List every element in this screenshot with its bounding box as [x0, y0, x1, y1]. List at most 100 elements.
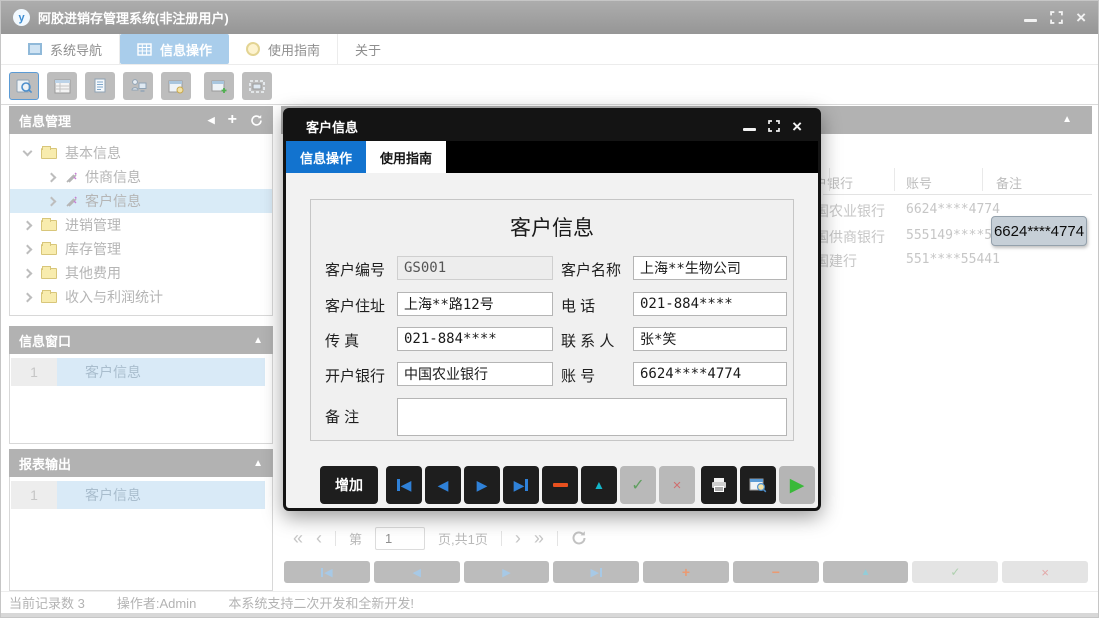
toolbar-window-frame-button[interactable] [242, 72, 272, 100]
record-edit-button[interactable]: ▲ [581, 466, 617, 504]
customer-contact-field[interactable] [633, 327, 787, 351]
next-page-icon[interactable]: › [515, 529, 521, 547]
cell-account: 6624****4774 [906, 202, 1000, 217]
record-cancel-button[interactable]: × [659, 466, 695, 504]
print-button[interactable] [701, 466, 737, 504]
dialog-maximize-icon[interactable] [768, 120, 780, 132]
tab-about[interactable]: 关于 [338, 34, 398, 64]
tab-label: 系统导航 [50, 40, 102, 59]
tree-item-supplier-info[interactable]: 供商信息 [10, 165, 272, 189]
list-item[interactable]: 1 客户信息 [11, 358, 265, 386]
grid-next-button[interactable]: ▶ [464, 561, 550, 583]
first-page-icon[interactable]: « [293, 529, 303, 547]
chevron-right-icon[interactable] [23, 268, 33, 278]
tab-user-guide[interactable]: 使用指南 [229, 34, 338, 64]
customer-phone-field[interactable] [633, 292, 787, 316]
restore-icon[interactable] [1050, 11, 1063, 24]
toolbar-window-new-button[interactable] [204, 72, 234, 100]
tree-item-basic-info[interactable]: 基本信息 [10, 141, 272, 165]
customer-account-field[interactable] [633, 362, 787, 386]
chevron-right-icon[interactable] [23, 292, 33, 302]
customer-address-field[interactable] [397, 292, 553, 316]
titlebar: y 阿胶进销存管理系统(非注册用户) × [1, 1, 1098, 34]
grid-last-button[interactable]: ▶ [553, 561, 639, 583]
dialog-tab-info-operation[interactable]: 信息操作 [286, 141, 366, 173]
minimize-icon[interactable] [1024, 19, 1037, 22]
tab-info-operation[interactable]: 信息操作 [120, 34, 229, 64]
list-item[interactable]: 1 客户信息 [11, 481, 265, 509]
customer-fax-field[interactable] [397, 327, 553, 351]
customer-name-field[interactable] [633, 256, 787, 280]
dialog-close-icon[interactable]: × [792, 118, 802, 135]
panel-title: 信息管理 [19, 111, 71, 130]
close-icon[interactable]: × [1076, 9, 1086, 26]
customer-note-field[interactable] [397, 398, 787, 436]
toolbar [1, 65, 1098, 105]
customer-bank-field[interactable] [397, 362, 553, 386]
customer-form: 客户信息 客户编号 客户名称 客户住址 电 话 传 真 联 系 人 开户银行 账… [310, 199, 794, 441]
chevron-down-icon[interactable] [23, 147, 33, 157]
grid-first-button[interactable]: ◀ [284, 561, 370, 583]
collapse-up-icon[interactable]: ▲ [253, 458, 263, 469]
record-first-button[interactable]: ◀ [386, 466, 422, 504]
grid-confirm-button[interactable]: ✓ [912, 561, 998, 583]
grid-add-button[interactable]: + [643, 561, 729, 583]
grid-cancel-button[interactable]: × [1002, 561, 1088, 583]
tree-item-inventory[interactable]: 库存管理 [10, 237, 272, 261]
toolbar-preview-button[interactable] [9, 72, 39, 100]
field-label-name: 客户名称 [561, 259, 621, 280]
grid-prev-button[interactable]: ◀ [374, 561, 460, 583]
toolbar-form-button[interactable] [47, 72, 77, 100]
chevron-right-icon[interactable] [23, 220, 33, 230]
grid-edit-button[interactable]: ▲ [823, 561, 909, 583]
grid-delete-button[interactable]: − [733, 561, 819, 583]
page-number-input[interactable] [375, 527, 425, 550]
chevron-right-icon[interactable] [47, 172, 57, 182]
panel-header-info-window[interactable]: 信息窗口 ▲ [9, 326, 273, 354]
refresh-icon[interactable] [250, 114, 263, 127]
collapse-up-icon[interactable]: ▲ [1062, 114, 1072, 125]
record-next-button[interactable]: ▶ [464, 466, 500, 504]
tree-item-other-fees[interactable]: 其他费用 [10, 261, 272, 285]
row-label: 客户信息 [57, 481, 265, 509]
collapse-left-icon[interactable]: ◀ [208, 115, 215, 126]
record-confirm-button[interactable]: ✓ [620, 466, 656, 504]
dialog-tabbar: 信息操作 使用指南 [286, 141, 818, 173]
book-search-icon [15, 78, 33, 94]
record-prev-button[interactable]: ◀ [425, 466, 461, 504]
form-icon [54, 79, 71, 94]
field-label-address: 客户住址 [325, 295, 385, 316]
run-button[interactable]: ▶ [779, 466, 815, 504]
chevron-right-icon[interactable] [47, 196, 57, 206]
panel-header-info-management[interactable]: 信息管理 ◀ + [9, 106, 273, 134]
last-page-icon[interactable]: » [534, 529, 544, 547]
toolbar-document-button[interactable] [85, 72, 115, 100]
row-index: 1 [11, 358, 57, 386]
page-prefix: 第 [349, 529, 362, 548]
form-title: 客户信息 [311, 212, 793, 242]
collapse-up-icon[interactable]: ▲ [253, 335, 263, 346]
status-bar: 当前记录数 3 操作者:Admin 本系统支持二次开发和全新开发! [1, 591, 1098, 613]
tree-item-customer-info[interactable]: 客户信息 [10, 189, 272, 213]
refresh-icon[interactable] [571, 530, 587, 546]
field-label-phone: 电 话 [561, 295, 595, 316]
tab-system-nav[interactable]: 系统导航 [11, 34, 120, 64]
record-last-button[interactable]: ▶ [503, 466, 539, 504]
chevron-right-icon[interactable] [23, 244, 33, 254]
customer-code-field[interactable] [397, 256, 553, 280]
prev-page-icon[interactable]: ‹ [316, 529, 322, 547]
toolbar-user-button[interactable] [123, 72, 153, 100]
add-icon[interactable]: + [228, 112, 237, 128]
tree-item-income-profit[interactable]: 收入与利润统计 [10, 285, 272, 309]
print-preview-button[interactable] [740, 466, 776, 504]
add-record-button[interactable]: 增加 [320, 466, 378, 504]
document-icon [92, 78, 108, 94]
app-logo-icon: y [13, 9, 30, 26]
dialog-tab-user-guide[interactable]: 使用指南 [366, 141, 446, 173]
panel-header-report-output[interactable]: 报表输出 ▲ [9, 449, 273, 477]
record-delete-button[interactable] [542, 466, 578, 504]
toolbar-window-search-button[interactable] [161, 72, 191, 100]
dialog-titlebar[interactable]: 客户信息 × [286, 111, 818, 141]
tree-item-purchase-sale[interactable]: 进销管理 [10, 213, 272, 237]
dialog-minimize-icon[interactable] [743, 128, 756, 131]
